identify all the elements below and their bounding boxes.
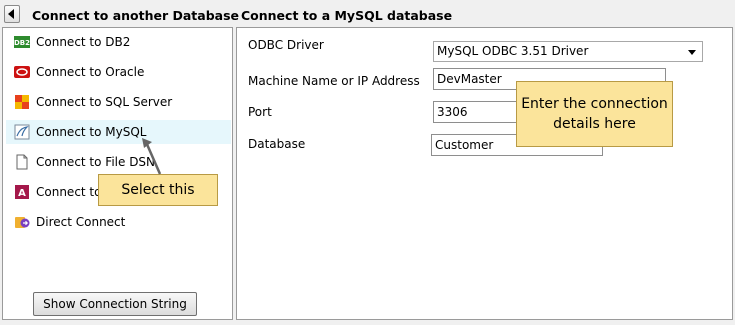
- machine-name-label: Machine Name or IP Address: [248, 74, 420, 88]
- callout-pointer-arrow: [142, 138, 162, 175]
- odbc-driver-select[interactable]: MySQL ODBC 3.51 Driver: [433, 41, 703, 62]
- direct-connect-icon: [15, 217, 30, 228]
- db2-icon: DB2: [14, 36, 30, 48]
- sidebar-item-label: Direct Connect: [36, 215, 126, 229]
- page-title: Connect to a MySQL database: [241, 8, 453, 23]
- sidebar-item-label: Connect to SQL Server: [36, 95, 173, 109]
- callout-line: details here: [553, 116, 636, 132]
- oracle-icon: [14, 66, 30, 78]
- sidebar-item-oracle[interactable]: Connect to Oracle: [6, 60, 231, 84]
- odbc-driver-value: MySQL ODBC 3.51 Driver: [437, 44, 589, 58]
- sidebar-item-label: Connect to MySQL: [36, 125, 147, 139]
- sidebar-item-label: Connect to DB2: [36, 35, 131, 49]
- port-label: Port: [248, 105, 272, 119]
- sidebar-item-db2[interactable]: DB2 Connect to DB2: [6, 30, 231, 54]
- sidebar-item-label: Connect to File DSN: [36, 155, 156, 169]
- access-icon: A: [15, 185, 29, 199]
- select-this-callout: Select this: [98, 174, 218, 206]
- sidebar-item-label: Connect to Oracle: [36, 65, 145, 79]
- chevron-left-icon: [8, 9, 14, 19]
- sidebar-item-label: Connect to: [36, 185, 102, 199]
- sidebar-title: Connect to another Database: [32, 8, 240, 23]
- mysql-icon: [14, 124, 30, 140]
- chevron-down-icon: [688, 50, 696, 55]
- odbc-driver-label: ODBC Driver: [248, 38, 324, 52]
- database-label: Database: [248, 137, 306, 151]
- svg-text:DB2: DB2: [14, 39, 30, 47]
- sidebar-item-sql-server[interactable]: Connect to SQL Server: [6, 90, 231, 114]
- svg-text:A: A: [18, 188, 26, 199]
- sql-server-icon: [15, 95, 29, 109]
- sidebar-item-mysql[interactable]: Connect to MySQL: [6, 120, 231, 144]
- back-button[interactable]: [4, 5, 20, 23]
- sidebar-item-direct-connect[interactable]: Direct Connect: [6, 210, 231, 234]
- sidebar-item-file-dsn[interactable]: Connect to File DSN: [6, 150, 231, 174]
- file-icon: [16, 154, 28, 170]
- enter-details-callout: Enter the connection details here: [516, 81, 673, 147]
- show-connection-string-button[interactable]: Show Connection String: [33, 292, 197, 316]
- callout-line: Enter the connection: [521, 96, 668, 112]
- port-input[interactable]: 3306: [433, 101, 523, 123]
